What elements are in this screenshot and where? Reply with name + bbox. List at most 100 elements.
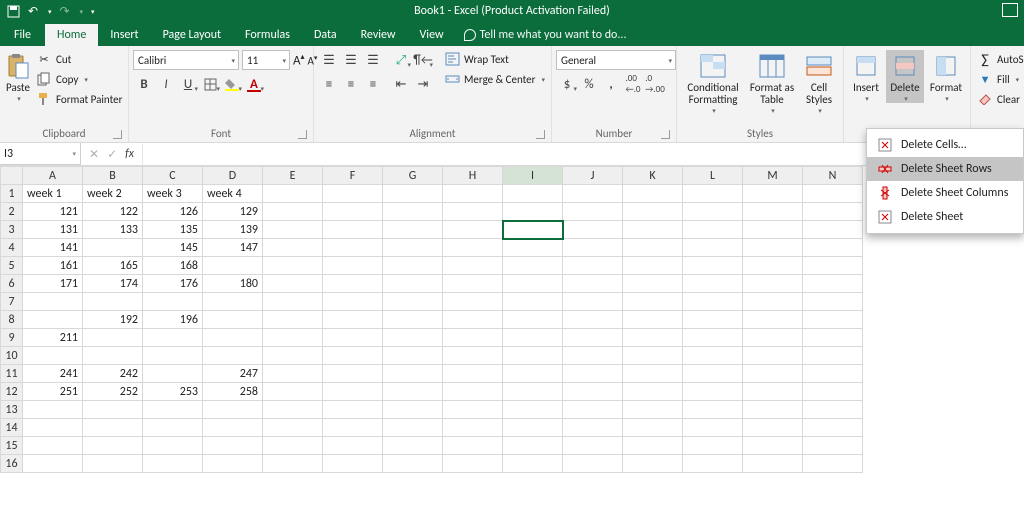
cell-styles-button[interactable]: Cell Styles▾ (799, 50, 839, 115)
cut-button[interactable]: ✂Cut (34, 50, 124, 68)
cell[interactable] (323, 419, 383, 437)
cell[interactable] (443, 419, 503, 437)
cell[interactable]: 253 (143, 383, 203, 401)
cell[interactable] (443, 437, 503, 455)
tab-view[interactable]: View (408, 24, 456, 46)
cell[interactable]: 165 (83, 257, 143, 275)
decrease-decimal-icon[interactable]: .0→.00 (644, 74, 666, 94)
cell[interactable]: 180 (203, 275, 263, 293)
cell[interactable] (563, 455, 623, 473)
cell[interactable] (743, 347, 803, 365)
cell[interactable] (263, 455, 323, 473)
delete-sheet-columns-item[interactable]: Delete Sheet Columns (867, 181, 1023, 205)
comma-format-icon[interactable]: , (600, 74, 622, 94)
undo-icon[interactable]: ↶ (26, 4, 40, 18)
row-header[interactable]: 12 (1, 383, 23, 401)
cell[interactable] (263, 293, 323, 311)
cell[interactable] (803, 239, 863, 257)
align-center-icon[interactable]: ≡ (340, 74, 362, 94)
row-header[interactable]: 4 (1, 239, 23, 257)
orientation-icon[interactable]: ⤢▾ (390, 50, 412, 70)
format-cells-button[interactable]: Format▾ (926, 50, 966, 103)
tab-review[interactable]: Review (349, 24, 408, 46)
cell[interactable] (263, 239, 323, 257)
cell[interactable] (443, 347, 503, 365)
cell[interactable] (263, 329, 323, 347)
cell[interactable] (803, 311, 863, 329)
cell[interactable] (683, 257, 743, 275)
column-header[interactable]: N (803, 167, 863, 185)
cell[interactable] (683, 419, 743, 437)
cell[interactable] (503, 347, 563, 365)
cell[interactable]: 131 (23, 221, 83, 239)
cell[interactable]: 139 (203, 221, 263, 239)
autosum-button[interactable]: ∑AutoSum▾ (975, 50, 1024, 68)
column-header[interactable]: H (443, 167, 503, 185)
cell[interactable] (803, 419, 863, 437)
cell[interactable] (383, 347, 443, 365)
cell[interactable] (503, 239, 563, 257)
column-header[interactable]: A (23, 167, 83, 185)
cell[interactable] (143, 329, 203, 347)
cell[interactable]: week 2 (83, 185, 143, 203)
cell[interactable]: 211 (23, 329, 83, 347)
fill-button[interactable]: ▼Fill▾ (975, 70, 1024, 88)
cell[interactable] (683, 347, 743, 365)
cell[interactable] (803, 203, 863, 221)
delete-sheet-rows-item[interactable]: Delete Sheet Rows (867, 157, 1023, 181)
number-format-combo[interactable]: General▾ (556, 50, 676, 70)
align-bottom-icon[interactable]: ☰ (362, 50, 384, 70)
cell[interactable] (443, 329, 503, 347)
cell[interactable] (323, 275, 383, 293)
row-header[interactable]: 3 (1, 221, 23, 239)
cell[interactable] (383, 275, 443, 293)
cell[interactable]: 251 (23, 383, 83, 401)
cell[interactable]: 133 (83, 221, 143, 239)
cell[interactable] (503, 383, 563, 401)
select-all-corner[interactable] (1, 167, 23, 185)
align-left-icon[interactable]: ≡ (318, 74, 340, 94)
cell[interactable] (743, 455, 803, 473)
cell[interactable] (623, 419, 683, 437)
cell[interactable] (83, 455, 143, 473)
cell[interactable] (503, 401, 563, 419)
cell[interactable] (83, 347, 143, 365)
align-middle-icon[interactable]: ☰ (340, 50, 362, 70)
cell[interactable] (803, 185, 863, 203)
row-header[interactable]: 6 (1, 275, 23, 293)
cell[interactable] (443, 185, 503, 203)
cell[interactable] (443, 239, 503, 257)
cell[interactable] (323, 221, 383, 239)
column-header[interactable]: D (203, 167, 263, 185)
cell[interactable] (743, 257, 803, 275)
cell[interactable] (263, 185, 323, 203)
row-header[interactable]: 16 (1, 455, 23, 473)
cell[interactable] (563, 257, 623, 275)
cell[interactable] (683, 437, 743, 455)
enter-formula-icon[interactable]: ✓ (107, 147, 117, 162)
cell[interactable] (743, 419, 803, 437)
cell[interactable] (503, 437, 563, 455)
cell[interactable] (23, 419, 83, 437)
cell[interactable] (383, 455, 443, 473)
increase-decimal-icon[interactable]: .00←.0 (622, 74, 644, 94)
cell[interactable] (323, 437, 383, 455)
column-header[interactable]: I (503, 167, 563, 185)
cell[interactable] (143, 347, 203, 365)
cell[interactable] (323, 203, 383, 221)
cell[interactable] (803, 365, 863, 383)
row-header[interactable]: 10 (1, 347, 23, 365)
cell[interactable]: 252 (83, 383, 143, 401)
cell[interactable]: 241 (23, 365, 83, 383)
cell[interactable] (143, 419, 203, 437)
cancel-formula-icon[interactable]: ✕ (89, 147, 99, 162)
underline-icon[interactable]: U▾ (177, 74, 199, 94)
font-size-combo[interactable]: 11▾ (242, 50, 290, 70)
cell[interactable] (323, 455, 383, 473)
cell[interactable] (623, 311, 683, 329)
tab-home[interactable]: Home (45, 24, 98, 46)
cell[interactable] (803, 383, 863, 401)
cell[interactable] (383, 329, 443, 347)
cell[interactable] (143, 365, 203, 383)
cell[interactable] (443, 311, 503, 329)
